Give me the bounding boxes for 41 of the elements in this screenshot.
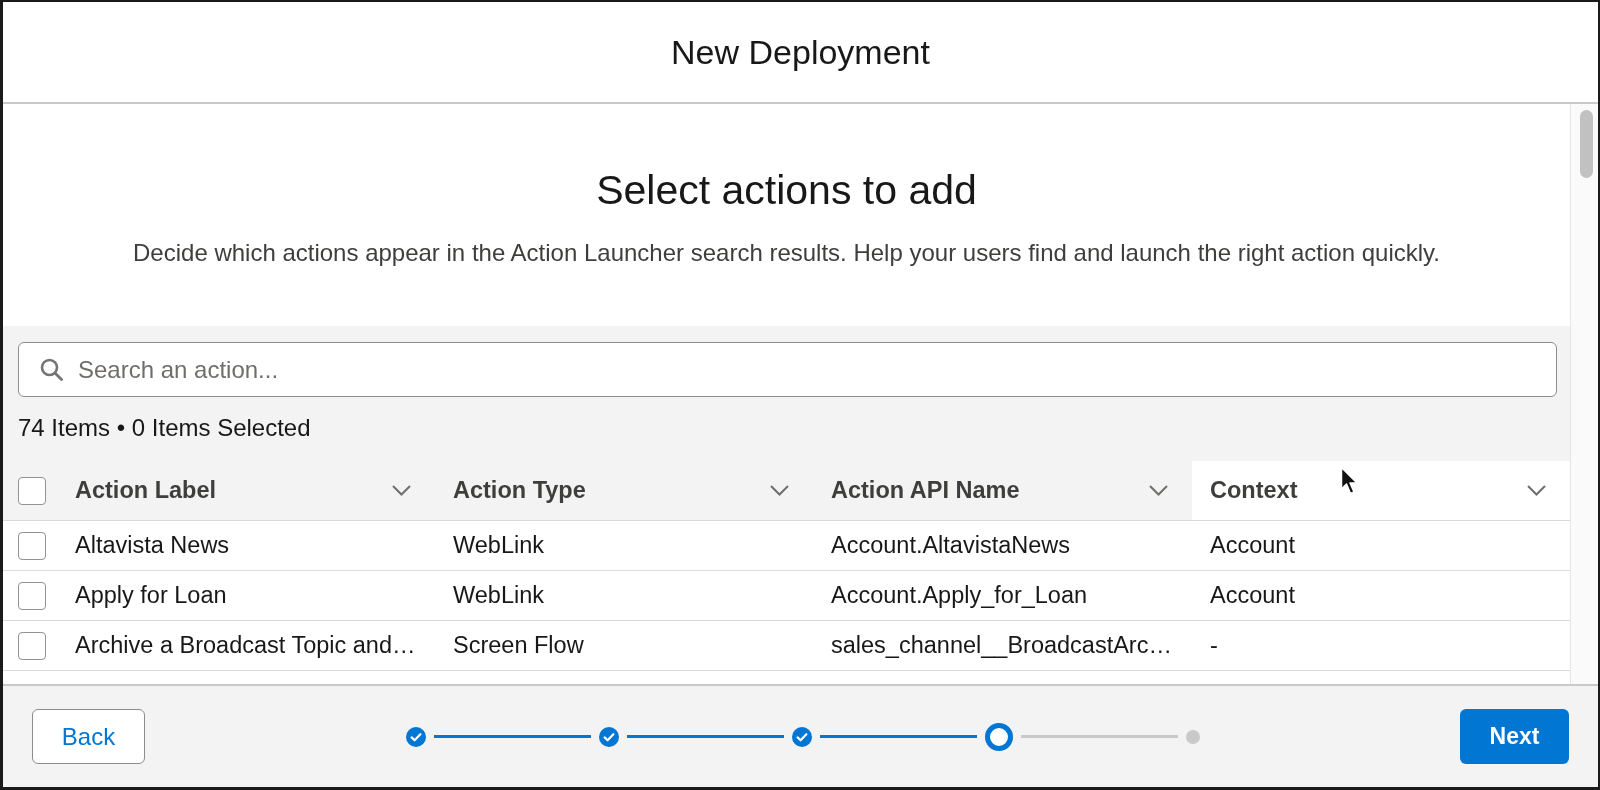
table-cell-text: Apply for Loan (75, 580, 227, 610)
scrollbar-thumb[interactable] (1580, 110, 1593, 178)
chevron-down-icon[interactable] (1149, 485, 1168, 496)
check-circle-icon[interactable] (405, 726, 426, 747)
select-all-checkbox[interactable] (18, 476, 46, 505)
table-cell-text: Account.AltavistaNews (831, 530, 1071, 560)
search-field[interactable]: Search an action... (18, 342, 1557, 397)
chevron-down-icon[interactable] (392, 485, 411, 496)
item-count: 74 Items • 0 Items Selected (18, 415, 311, 441)
chevron-down-icon[interactable] (1527, 485, 1546, 496)
row-checkbox[interactable] (18, 531, 46, 560)
table-cell-text: Account (1210, 580, 1295, 610)
ring-icon[interactable] (984, 722, 1013, 751)
table-cell-text: Account.Apply_for_Loan (831, 580, 1088, 610)
search-icon (40, 358, 63, 381)
table-cell-text: Account (1210, 530, 1295, 560)
table-cell-text: WebLink (453, 530, 544, 560)
chevron-down-icon[interactable] (770, 485, 789, 496)
table-row[interactable]: Apply for Loan WebLink Account.Apply_for_Loan Account (3, 570, 1570, 620)
scrollbar-track[interactable] (1570, 104, 1598, 684)
next-button[interactable]: Next (1460, 709, 1569, 764)
check-circle-icon[interactable] (598, 726, 619, 747)
table-cell-text: - (1210, 630, 1218, 660)
table-cell-text: sales_channel__BroadcastArc… (831, 630, 1172, 660)
table-row[interactable]: Archive a Broadcast Topic and… Screen Flow sales_channel__BroadcastArc… - (3, 620, 1570, 670)
check-circle-icon[interactable] (791, 726, 812, 747)
table-cell-text: Altavista News (75, 530, 230, 560)
table-cell-text: Screen Flow (453, 630, 584, 660)
row-checkbox[interactable] (18, 631, 46, 660)
section-description: Decide which actions appear in the Action Launcher search results. Help your users find and launch the right action quickly. (133, 238, 1440, 268)
column-header[interactable]: Action Label (57, 461, 435, 520)
table-cell-text: Archive a Broadcast Topic and… (75, 630, 416, 660)
table-cell-text: WebLink (453, 580, 544, 610)
column-header[interactable]: Action API Name (813, 461, 1192, 520)
row-checkbox[interactable] (18, 581, 46, 610)
column-header[interactable]: Context (1192, 461, 1570, 520)
section-heading: Select actions to add (596, 166, 977, 214)
table-row[interactable]: Altavista News WebLink Account.AltavistaNews Account (3, 520, 1570, 570)
column-header[interactable]: Action Type (435, 461, 813, 520)
back-button[interactable]: Back (32, 709, 145, 764)
modal-title: New Deployment (671, 32, 930, 72)
